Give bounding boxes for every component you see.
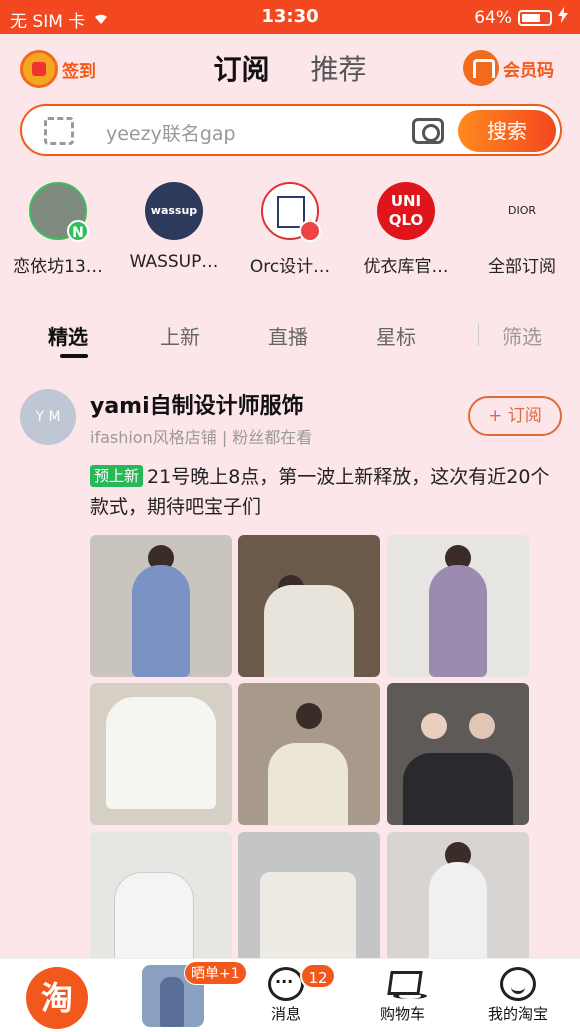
nav-me[interactable]: 我的淘宝: [488, 967, 548, 1024]
subscription-name: WASSUP…: [129, 252, 219, 272]
battery-icon: [518, 9, 552, 26]
product-photo[interactable]: [238, 535, 380, 677]
subscription-item[interactable]: wassup WASSUP…: [116, 182, 232, 282]
top-header: 签到 订阅 推荐 会员码: [0, 34, 580, 100]
member-code-button[interactable]: 会员码: [463, 50, 554, 86]
battery-percent: 64%: [474, 7, 512, 28]
shop-name[interactable]: yami自制设计师服饰: [90, 388, 304, 420]
member-code-icon: [463, 50, 499, 86]
product-photo[interactable]: [90, 832, 232, 974]
follow-button[interactable]: + 订阅: [468, 396, 562, 436]
product-photo[interactable]: [387, 535, 529, 677]
tab-featured[interactable]: 精选: [48, 321, 88, 350]
subscription-item[interactable]: N 恋依坊13…: [0, 182, 116, 282]
subscription-item[interactable]: Orc设计…: [232, 182, 348, 282]
bottom-nav: 淘 晒单+1 消息 12 购物车 我的淘宝: [0, 958, 580, 1032]
status-bar: 无 SIM 卡 13:30 64%: [0, 0, 580, 34]
all-subscriptions[interactable]: DIOR 全部订阅: [464, 182, 580, 282]
nav-cart-label: 购物车: [380, 1005, 426, 1023]
charging-icon: [558, 7, 568, 28]
tab-recommend[interactable]: 推荐: [310, 53, 366, 86]
filter-button[interactable]: 筛选: [502, 321, 542, 350]
dior-logo: DIOR: [507, 204, 536, 217]
pre-launch-tag: 预上新: [90, 465, 144, 487]
scan-icon[interactable]: [44, 117, 74, 145]
uniqlo-logo: UNI QLO: [377, 182, 435, 240]
cart-icon: [385, 967, 427, 1001]
subscription-name: Orc设计…: [249, 257, 331, 277]
tab-live[interactable]: 直播: [268, 321, 308, 350]
product-photo[interactable]: [238, 683, 380, 825]
new-badge: N: [67, 220, 89, 242]
camera-icon[interactable]: [412, 118, 444, 144]
shop-avatar-photo: N: [29, 182, 89, 242]
product-photo[interactable]: [90, 683, 232, 825]
nav-messages-label: 消息: [270, 1005, 301, 1023]
subscription-row: N 恋依坊13… wassup WASSUP… Orc设计… UNI QLO 优…: [0, 182, 580, 282]
shop-avatar[interactable]: Y M: [20, 389, 76, 445]
search-input[interactable]: yeezy联名gap: [106, 119, 236, 146]
product-photo[interactable]: [90, 535, 232, 677]
taobao-home-icon[interactable]: 淘: [26, 967, 88, 1029]
subscription-name: 恋依坊13…: [13, 257, 103, 277]
content-tabs: 精选 上新 直播 星标 筛选: [0, 316, 580, 360]
post-body: 21号晚上8点，第一波上新释放，这次有近20个款式，期待吧宝子们: [90, 466, 550, 518]
nav-cart[interactable]: 购物车: [380, 967, 427, 1024]
messages-count-badge: 12: [300, 963, 336, 989]
tab-divider: [478, 324, 479, 346]
member-code-label: 会员码: [503, 60, 554, 81]
orc-logo: [261, 182, 321, 242]
product-photo[interactable]: [387, 832, 529, 974]
product-photo[interactable]: [387, 683, 529, 825]
subscription-name: 优衣库官…: [363, 257, 449, 277]
smile-icon: [500, 967, 536, 1001]
subscription-name: 全部订阅: [488, 257, 556, 277]
wassup-logo: wassup: [145, 182, 203, 240]
search-bar: yeezy联名gap 搜索: [20, 104, 562, 156]
active-tab-indicator: [60, 354, 88, 358]
tab-starred[interactable]: 星标: [376, 321, 416, 350]
live-badge-icon: [299, 220, 321, 242]
message-icon: [268, 967, 304, 1001]
post-text: 预上新 21号晚上8点，第一波上新释放，这次有近20个款式，期待吧宝子们: [90, 462, 560, 522]
shop-meta: ifashion风格店铺 | 粉丝都在看: [90, 428, 313, 447]
show-order-badge: 晒单+1: [184, 961, 247, 985]
product-photo[interactable]: [238, 832, 380, 974]
search-button[interactable]: 搜索: [458, 110, 556, 152]
nav-me-label: 我的淘宝: [488, 1005, 549, 1023]
subscription-item[interactable]: UNI QLO 优衣库官…: [348, 182, 464, 282]
nav-messages[interactable]: 消息: [268, 967, 304, 1024]
tab-new-arrivals[interactable]: 上新: [160, 321, 200, 350]
tab-subscribe[interactable]: 订阅: [214, 53, 270, 86]
